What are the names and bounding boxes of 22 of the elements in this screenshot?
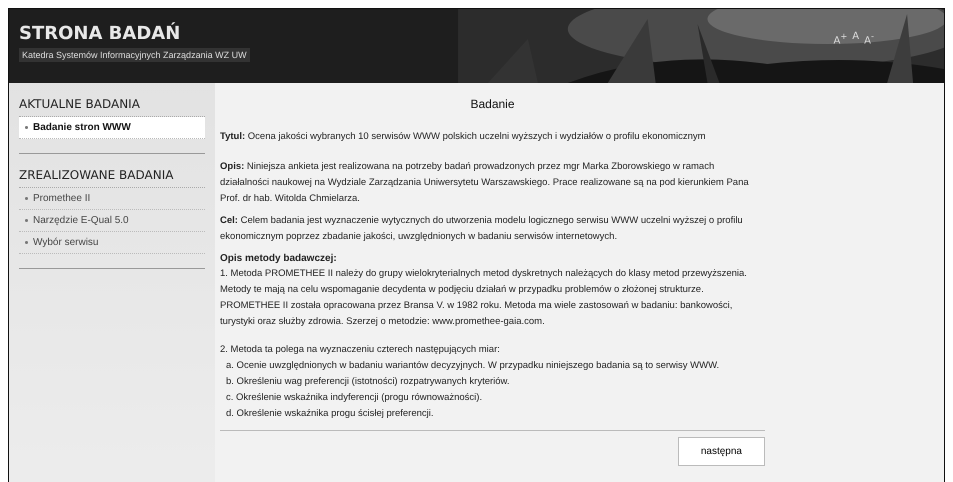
page-heading: Badanie bbox=[469, 97, 516, 111]
sidebar-item[interactable]: Wybór serwisu bbox=[19, 232, 205, 254]
next-button[interactable]: następna bbox=[678, 437, 765, 466]
method-heading: Opis metody badawczej: bbox=[220, 252, 338, 266]
font-size-link[interactable]: A bbox=[852, 31, 860, 46]
sidebar-item[interactable]: Promethee II bbox=[19, 188, 205, 210]
site-subtitle: Katedra Systemów Informacyjnych Zarządzania WZ UW bbox=[19, 48, 250, 62]
sidebar-item[interactable]: Narzędzie E-Qual 5.0 bbox=[19, 210, 205, 232]
paragraph: Cel: Celem badania jest wyznaczenie wytycznych do utworzenia modelu logicznego serwisu WWW uczelni wyższej o profilu ekonomicznym poprzez zbadanie jakości, uwzględnionych w badaniu serwisów internetowych. bbox=[220, 214, 744, 244]
section-heading: ZREALIZOWANE BADANIA bbox=[19, 168, 205, 188]
list-intro: 2. Metoda ta polega na wyznaczeniu czterech następujących miar: bbox=[220, 343, 501, 357]
paragraph: Tytul: Ocena jakości wybranych 10 serwisów WWW polskich uczelni wyższych i wydziałów o profilu ekonomicznym bbox=[220, 130, 707, 144]
list-item: b. Określeniu wag preferencji (istotności) rozpatrywanych kryteriów. bbox=[225, 375, 511, 389]
site-title: STRONA BADAŃ bbox=[19, 23, 182, 44]
font-size-link[interactable]: A$^{+}$ bbox=[833, 31, 848, 46]
paragraph: Opis: Niniejsza ankieta jest realizowana na potrzeby badań prowadzonych przez mgr Marka Zborowskiego w ramach działalności naukowej na Wydziale Zarządzania Uniwersytetu Warszawskiego. Prace realizowane są na pod kierunkiem Pana Prof. dr hab. Witolda Chmielarza. bbox=[220, 160, 750, 206]
list-item: d. Określenie wskaźnika progu ścisłej preferencji. bbox=[225, 407, 435, 421]
sidebar-item[interactable]: Badanie stron WWW bbox=[19, 117, 205, 139]
list-item: c. Określenie wskaźnika indyferencji (progu równoważności). bbox=[225, 391, 484, 405]
font-size-link[interactable]: A$^{-}$ bbox=[864, 31, 874, 46]
paragraph: 1. Metoda PROMETHEE II należy do grupy wielokryterialnych metod dyskretnych należących do klasy metod przewyższenia. Metody te mają na celu wspomaganie decydenta w podjęciu działań w przypadku problemów o złożonej strukturze. PROMETHEE II została opracowana przez Bransa V. w 1982 roku. Metoda ma wiele zastosowań w badaniu: bankowości, turystyki oraz służby zdrowia. Szerzej o metodzie: www.promethee-gaia.com. bbox=[220, 267, 748, 329]
list-item: a. Ocenie uwzględnionych w badaniu wariantów decyzyjnych. W przypadku niniejszego badania są to serwisy WWW. bbox=[225, 359, 720, 373]
